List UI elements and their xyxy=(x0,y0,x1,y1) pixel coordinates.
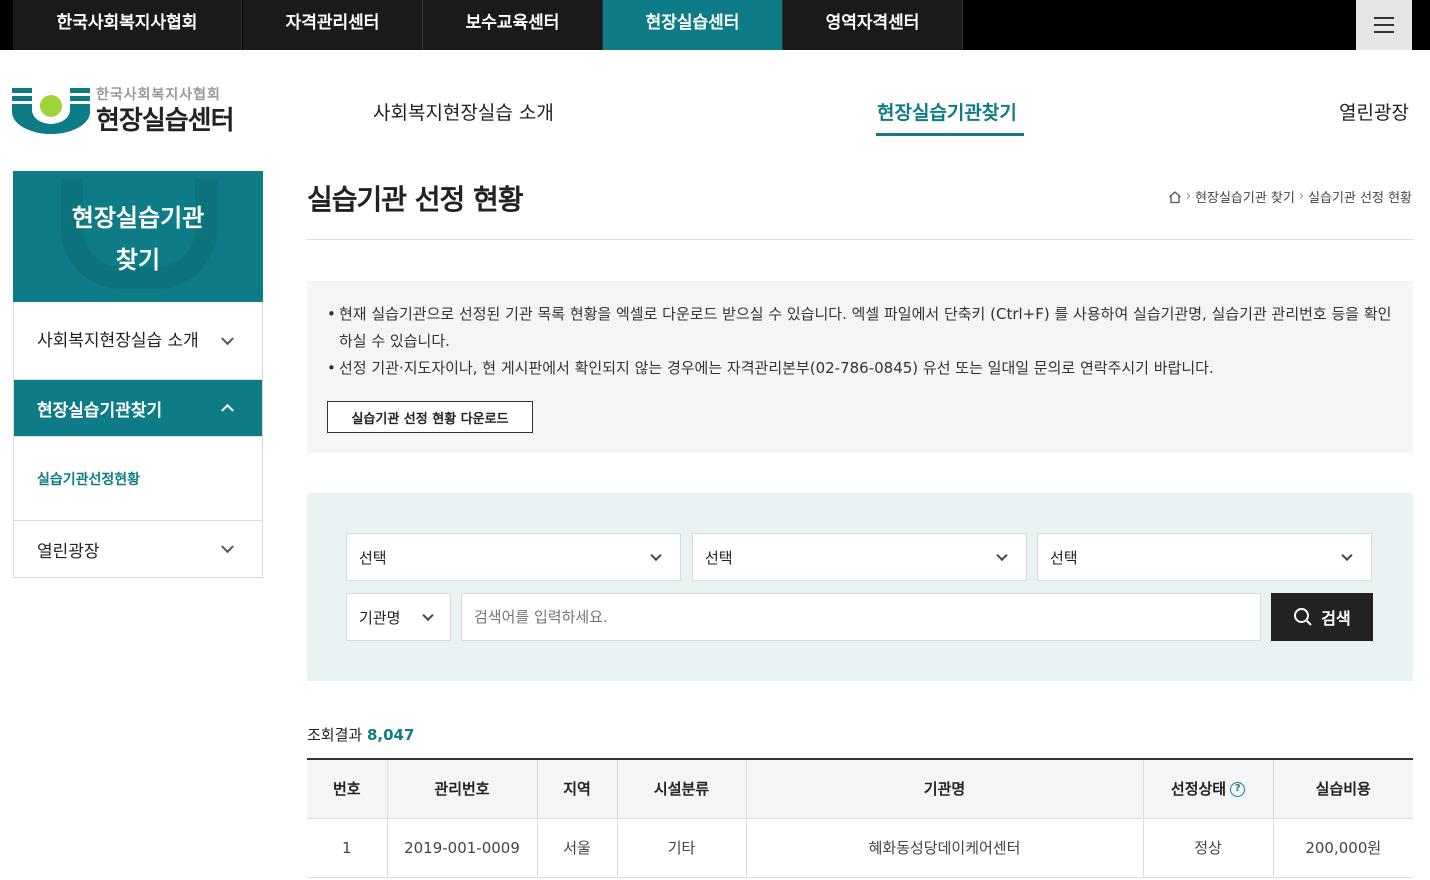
sidebar-item-practice-intro[interactable]: 사회복지현장실습 소개 xyxy=(14,302,262,379)
breadcrumb: › 현장실습기관 찾기 › 실습기관 선정 현황 xyxy=(1168,187,1412,206)
sidebar-item-label: 사회복지현장실습 소개 xyxy=(37,330,199,351)
site-logo[interactable]: 한국사회복지사협회 현장실습센터 xyxy=(12,84,262,136)
notice-box: 현재 실습기관으로 선정된 기관 목록 현황을 엑셀로 다운로드 받으실 수 있… xyxy=(307,281,1413,453)
sidebar-item-find-institution[interactable]: 현장실습기관찾기 xyxy=(14,379,262,436)
help-icon[interactable]: ? xyxy=(1230,782,1246,798)
notice-line: 선정 기관·지도자이나, 현 게시판에서 확인되지 않는 경우에는 자격관리본부… xyxy=(327,355,1393,382)
cell-facility-type: 기타 xyxy=(616,818,746,878)
sidebar-item-open-square[interactable]: 열린광장 xyxy=(14,520,262,577)
home-icon[interactable] xyxy=(1168,190,1182,204)
column-header: 기관명 xyxy=(745,758,1143,819)
column-header-status: 선정상태? xyxy=(1142,758,1273,819)
sidebar-title-line1: 현장실습기관 xyxy=(71,204,205,232)
column-header: 번호 xyxy=(307,758,387,819)
search-panel: 선택 선택 선택 기관명 검색 xyxy=(307,493,1413,681)
table-row[interactable]: 1 2019-001-0009 서울 기타 혜화동성당데이케어센터 정상 200… xyxy=(307,818,1413,878)
table-header-row: 번호 관리번호 지역 시설분류 기관명 선정상태? 실습비용 xyxy=(307,758,1413,819)
column-header: 실습비용 xyxy=(1272,758,1413,819)
tab-qualification-center[interactable]: 자격관리센터 xyxy=(243,0,423,50)
sidebar-menu: 사회복지현장실습 소개 현장실습기관찾기 실습기관선정현황 열린광장 xyxy=(13,302,263,578)
search-input[interactable] xyxy=(461,593,1261,641)
sidebar-item-label: 열린광장 xyxy=(37,541,100,562)
search-button[interactable]: 검색 xyxy=(1271,593,1373,641)
notice-line: 현재 실습기관으로 선정된 기관 목록 현황을 엑셀로 다운로드 받으실 수 있… xyxy=(327,301,1393,355)
sidebar-subitem-selection-status[interactable]: 실습기관선정현황 xyxy=(14,436,262,520)
tab-education-center[interactable]: 보수교육센터 xyxy=(423,0,603,50)
status-select[interactable]: 선택 xyxy=(1037,533,1372,581)
cell-institution-name[interactable]: 혜화동성당데이케어센터 xyxy=(745,818,1143,878)
nav-practice-intro[interactable]: 사회복지현장실습 소개 xyxy=(373,98,554,125)
result-count: 조회결과 8,047 xyxy=(307,724,414,745)
sidebar-title-line2: 찾기 xyxy=(115,246,161,274)
sidebar-item-label: 현장실습기관찾기 xyxy=(37,400,163,421)
title-divider xyxy=(307,239,1413,240)
column-header: 지역 xyxy=(536,758,617,819)
results-table: 번호 관리번호 지역 시설분류 기관명 선정상태? 실습비용 1 2019-00… xyxy=(307,758,1413,878)
cell-cost: 200,000원 xyxy=(1272,818,1413,878)
logo-title: 현장실습센터 xyxy=(96,106,235,136)
cell-number: 1 xyxy=(307,818,387,878)
breadcrumb-current: 실습기관 선정 현황 xyxy=(1308,191,1412,206)
chevron-down-icon xyxy=(1341,549,1353,562)
region-select[interactable]: 선택 xyxy=(346,533,681,581)
search-icon xyxy=(1294,608,1312,626)
nav-active-indicator xyxy=(876,133,1024,136)
result-count-label: 조회결과 xyxy=(307,726,363,744)
search-field-select[interactable]: 기관명 xyxy=(346,593,451,641)
nav-find-institution[interactable]: 현장실습기관찾기 xyxy=(877,98,1017,125)
top-site-bar: 한국사회복지사협회 자격관리센터 보수교육센터 현장실습센터 영역자격센터 xyxy=(0,0,1430,50)
hamburger-icon xyxy=(1374,17,1394,33)
breadcrumb-separator: › xyxy=(1185,189,1192,204)
select-value: 선택 xyxy=(1050,548,1078,567)
search-button-label: 검색 xyxy=(1321,609,1351,628)
chevron-down-icon xyxy=(221,331,234,345)
breadcrumb-item[interactable]: 현장실습기관 찾기 xyxy=(1195,187,1295,206)
column-header: 관리번호 xyxy=(386,758,537,819)
facility-type-select[interactable]: 선택 xyxy=(692,533,1027,581)
sidebar-header: 현장실습기관 찾기 xyxy=(13,171,263,302)
sidebar-title: 현장실습기관 찾기 xyxy=(13,197,263,281)
cell-region: 서울 xyxy=(536,818,617,878)
logo-u-icon xyxy=(12,88,90,134)
page-title: 실습기관 선정 현황 xyxy=(307,183,524,216)
chevron-down-icon xyxy=(422,609,434,622)
cell-management-number: 2019-001-0009 xyxy=(386,818,537,878)
chevron-down-icon xyxy=(996,549,1008,562)
chevron-up-icon xyxy=(221,403,234,417)
hamburger-menu-button[interactable] xyxy=(1356,0,1412,50)
select-value: 기관명 xyxy=(359,608,401,627)
nav-open-square[interactable]: 열린광장 xyxy=(1339,98,1409,125)
result-count-value: 8,047 xyxy=(366,726,415,744)
chevron-down-icon xyxy=(221,540,234,554)
cell-status: 정상 xyxy=(1142,818,1273,878)
tab-field-practice-center[interactable]: 현장실습센터 xyxy=(603,0,783,50)
chevron-down-icon xyxy=(650,549,662,562)
select-value: 선택 xyxy=(705,548,733,567)
tab-specialty-center[interactable]: 영역자격센터 xyxy=(783,0,963,50)
tab-kasw[interactable]: 한국사회복지사협회 xyxy=(13,0,242,50)
select-value: 선택 xyxy=(359,548,387,567)
download-excel-button[interactable]: 실습기관 선정 현황 다운로드 xyxy=(327,401,533,433)
column-header: 시설분류 xyxy=(616,758,746,819)
column-header-label: 선정상태 xyxy=(1170,780,1227,799)
breadcrumb-separator: › xyxy=(1298,189,1305,204)
